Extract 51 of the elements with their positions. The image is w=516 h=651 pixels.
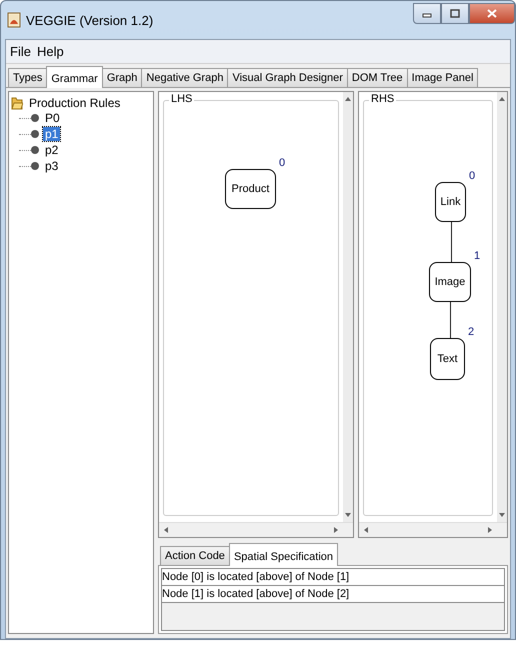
tree-item[interactable]: Production Rules [27, 96, 122, 110]
panel-title: RHS [369, 93, 396, 105]
node-index: 2 [468, 326, 474, 338]
list-item[interactable]: Node [0] is located [above] of Node [1] [162, 569, 504, 586]
tab[interactable]: Action Code [160, 546, 230, 565]
node-index: 1 [474, 250, 480, 262]
scroll-down-icon [345, 512, 351, 518]
tree-item[interactable]: p3 [43, 159, 60, 173]
panel-title: LHS [169, 93, 194, 105]
scroll-right-icon [333, 527, 339, 533]
tree-item[interactable]: p2 [43, 143, 60, 157]
tab[interactable]: Negative Graph [141, 68, 228, 87]
tab[interactable]: Image Panel [406, 68, 478, 87]
vertical-scrollbar[interactable] [497, 92, 507, 522]
edge-line [451, 222, 452, 262]
graph-node: Text [430, 338, 465, 380]
scroll-up-icon [499, 96, 505, 102]
scroll-up-icon [345, 96, 351, 102]
minimize-button[interactable] [413, 3, 441, 24]
scroll-left-icon [363, 527, 369, 533]
edge-line [450, 302, 451, 338]
graph-node: Image [429, 262, 471, 302]
tree-item[interactable]: P0 [43, 111, 62, 125]
maximize-button[interactable] [441, 3, 469, 24]
tree-item[interactable]: p1 [43, 127, 60, 141]
close-icon [487, 9, 497, 18]
graph-node: Link [435, 182, 466, 222]
node-index: 0 [469, 170, 476, 182]
scroll-left-icon [163, 527, 169, 533]
tab[interactable]: Grammar [46, 66, 103, 88]
node-icon [31, 130, 39, 138]
tab[interactable]: Spatial Specification [228, 543, 338, 566]
graph-node: Product [225, 169, 276, 209]
app-icon [7, 12, 21, 28]
tab[interactable]: Graph [102, 68, 142, 87]
tab[interactable]: Types [8, 68, 48, 87]
node-icon [31, 146, 39, 154]
scroll-down-icon [499, 512, 505, 518]
scroll-right-icon [487, 527, 493, 533]
maximize-icon [450, 9, 460, 18]
node-index: 0 [279, 157, 286, 169]
vertical-scrollbar[interactable] [343, 92, 353, 522]
menu-item[interactable]: Help [36, 44, 64, 59]
close-button[interactable] [469, 3, 515, 24]
window-title: VEGGIE (Version 1.2) [26, 12, 154, 28]
menu-item[interactable]: File [10, 44, 31, 59]
tab[interactable]: Visual Graph Designer [227, 68, 348, 87]
tab[interactable]: DOM Tree [346, 68, 408, 87]
node-icon [31, 114, 39, 122]
node-icon [31, 162, 39, 170]
list-item[interactable]: Node [1] is located [above] of Node [2] [162, 586, 504, 603]
